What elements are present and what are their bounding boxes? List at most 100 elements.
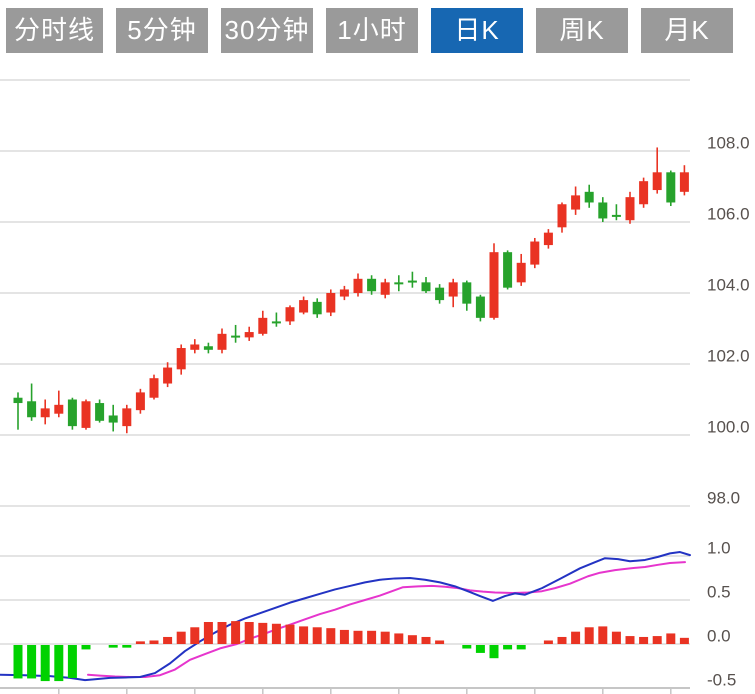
candle-body[interactable] xyxy=(571,195,580,209)
macd-histogram-bar[interactable] xyxy=(245,622,254,644)
candle-body[interactable] xyxy=(394,282,403,284)
macd-histogram-bar[interactable] xyxy=(435,640,444,644)
candle-body[interactable] xyxy=(517,263,526,283)
candle-body[interactable] xyxy=(612,215,621,217)
candle-body[interactable] xyxy=(177,348,186,369)
btn-30min[interactable]: 30分钟 xyxy=(221,8,313,53)
candle-body[interactable] xyxy=(313,302,322,314)
macd-histogram-bar[interactable] xyxy=(326,628,335,644)
candle-body[interactable] xyxy=(95,403,104,421)
candle-body[interactable] xyxy=(68,400,77,427)
macd-histogram-bar[interactable] xyxy=(150,640,159,644)
candle-body[interactable] xyxy=(585,192,594,203)
macd-histogram-bar[interactable] xyxy=(82,645,91,649)
macd-histogram-bar[interactable] xyxy=(598,626,607,644)
macd-histogram-bar[interactable] xyxy=(272,624,281,644)
macd-histogram-bar[interactable] xyxy=(585,627,594,644)
candle-body[interactable] xyxy=(544,233,553,245)
btn-monthly-k[interactable]: 月K xyxy=(641,8,733,53)
macd-histogram-bar[interactable] xyxy=(381,632,390,644)
macd-histogram-bar[interactable] xyxy=(626,636,635,644)
macd-histogram-bar[interactable] xyxy=(109,645,118,648)
candle-body[interactable] xyxy=(626,197,635,220)
macd-histogram-bar[interactable] xyxy=(367,631,376,644)
btn-1hour[interactable]: 1小时 xyxy=(326,8,418,53)
macd-histogram-bar[interactable] xyxy=(571,632,580,644)
candle-body[interactable] xyxy=(258,318,267,334)
macd-histogram-bar[interactable] xyxy=(177,632,186,644)
macd-histogram-bar[interactable] xyxy=(54,645,63,681)
candle-body[interactable] xyxy=(14,398,23,403)
candle-body[interactable] xyxy=(340,289,349,296)
macd-histogram-bar[interactable] xyxy=(490,645,499,658)
macd-histogram-bar[interactable] xyxy=(653,636,662,644)
candle-body[interactable] xyxy=(449,282,458,296)
btn-daily-k[interactable]: 日K xyxy=(431,8,523,53)
candle-body[interactable] xyxy=(666,172,675,202)
macd-histogram-bar[interactable] xyxy=(258,623,267,644)
macd-histogram-bar[interactable] xyxy=(299,626,308,644)
candle-body[interactable] xyxy=(680,172,689,192)
candle-body[interactable] xyxy=(639,181,648,204)
candle-body[interactable] xyxy=(381,282,390,294)
macd-histogram-bar[interactable] xyxy=(680,638,689,644)
candle-body[interactable] xyxy=(54,405,63,414)
macd-histogram-bar[interactable] xyxy=(68,645,77,678)
candle-body[interactable] xyxy=(598,202,607,218)
candle-body[interactable] xyxy=(530,242,539,265)
macd-histogram-bar[interactable] xyxy=(394,633,403,644)
macd-histogram-bar[interactable] xyxy=(476,645,485,653)
macd-histogram-bar[interactable] xyxy=(544,640,553,644)
macd-histogram-bar[interactable] xyxy=(354,631,363,644)
candle-body[interactable] xyxy=(204,346,213,350)
candle-body[interactable] xyxy=(503,252,512,287)
macd-histogram-bar[interactable] xyxy=(517,645,526,649)
macd-histogram-bar[interactable] xyxy=(41,645,50,681)
btn-timeline[interactable]: 分时线 xyxy=(6,8,103,53)
candle-body[interactable] xyxy=(462,282,471,303)
candle-body[interactable] xyxy=(218,334,227,350)
macd-histogram-bar[interactable] xyxy=(14,645,23,678)
macd-histogram-bar[interactable] xyxy=(204,622,213,644)
candle-body[interactable] xyxy=(109,415,118,422)
candle-body[interactable] xyxy=(367,279,376,291)
macd-histogram-bar[interactable] xyxy=(190,627,199,644)
candle-body[interactable] xyxy=(150,378,159,398)
candle-body[interactable] xyxy=(163,368,172,384)
candle-body[interactable] xyxy=(558,204,567,227)
candle-body[interactable] xyxy=(272,321,281,323)
candle-body[interactable] xyxy=(422,282,431,291)
candle-body[interactable] xyxy=(490,252,499,318)
macd-histogram-bar[interactable] xyxy=(340,630,349,644)
candle-body[interactable] xyxy=(476,297,485,318)
candle-body[interactable] xyxy=(122,408,131,426)
macd-histogram-bar[interactable] xyxy=(122,645,131,648)
candle-body[interactable] xyxy=(190,344,199,349)
candle-body[interactable] xyxy=(245,332,254,337)
macd-histogram-bar[interactable] xyxy=(313,627,322,644)
macd-histogram-bar[interactable] xyxy=(218,622,227,644)
macd-histogram-bar[interactable] xyxy=(231,621,240,644)
candle-body[interactable] xyxy=(231,336,240,338)
btn-5min[interactable]: 5分钟 xyxy=(116,8,208,53)
macd-histogram-bar[interactable] xyxy=(286,625,295,644)
macd-histogram-bar[interactable] xyxy=(163,637,172,644)
macd-histogram-bar[interactable] xyxy=(558,637,567,644)
candle-body[interactable] xyxy=(408,281,417,283)
macd-histogram-bar[interactable] xyxy=(503,645,512,649)
chart-canvas[interactable]: 108.0106.0104.0102.0100.098.01.00.50.0-0… xyxy=(0,0,755,694)
macd-histogram-bar[interactable] xyxy=(27,645,36,678)
candle-body[interactable] xyxy=(299,300,308,312)
macd-histogram-bar[interactable] xyxy=(422,637,431,644)
candle-body[interactable] xyxy=(326,293,335,313)
candle-body[interactable] xyxy=(41,408,50,417)
candle-body[interactable] xyxy=(82,401,91,428)
candle-body[interactable] xyxy=(136,392,145,410)
candle-body[interactable] xyxy=(354,279,363,293)
macd-histogram-bar[interactable] xyxy=(612,632,621,644)
macd-histogram-bar[interactable] xyxy=(666,633,675,644)
btn-weekly-k[interactable]: 周K xyxy=(536,8,628,53)
macd-histogram-bar[interactable] xyxy=(408,635,417,644)
candle-body[interactable] xyxy=(435,288,444,300)
macd-histogram-bar[interactable] xyxy=(136,641,145,644)
